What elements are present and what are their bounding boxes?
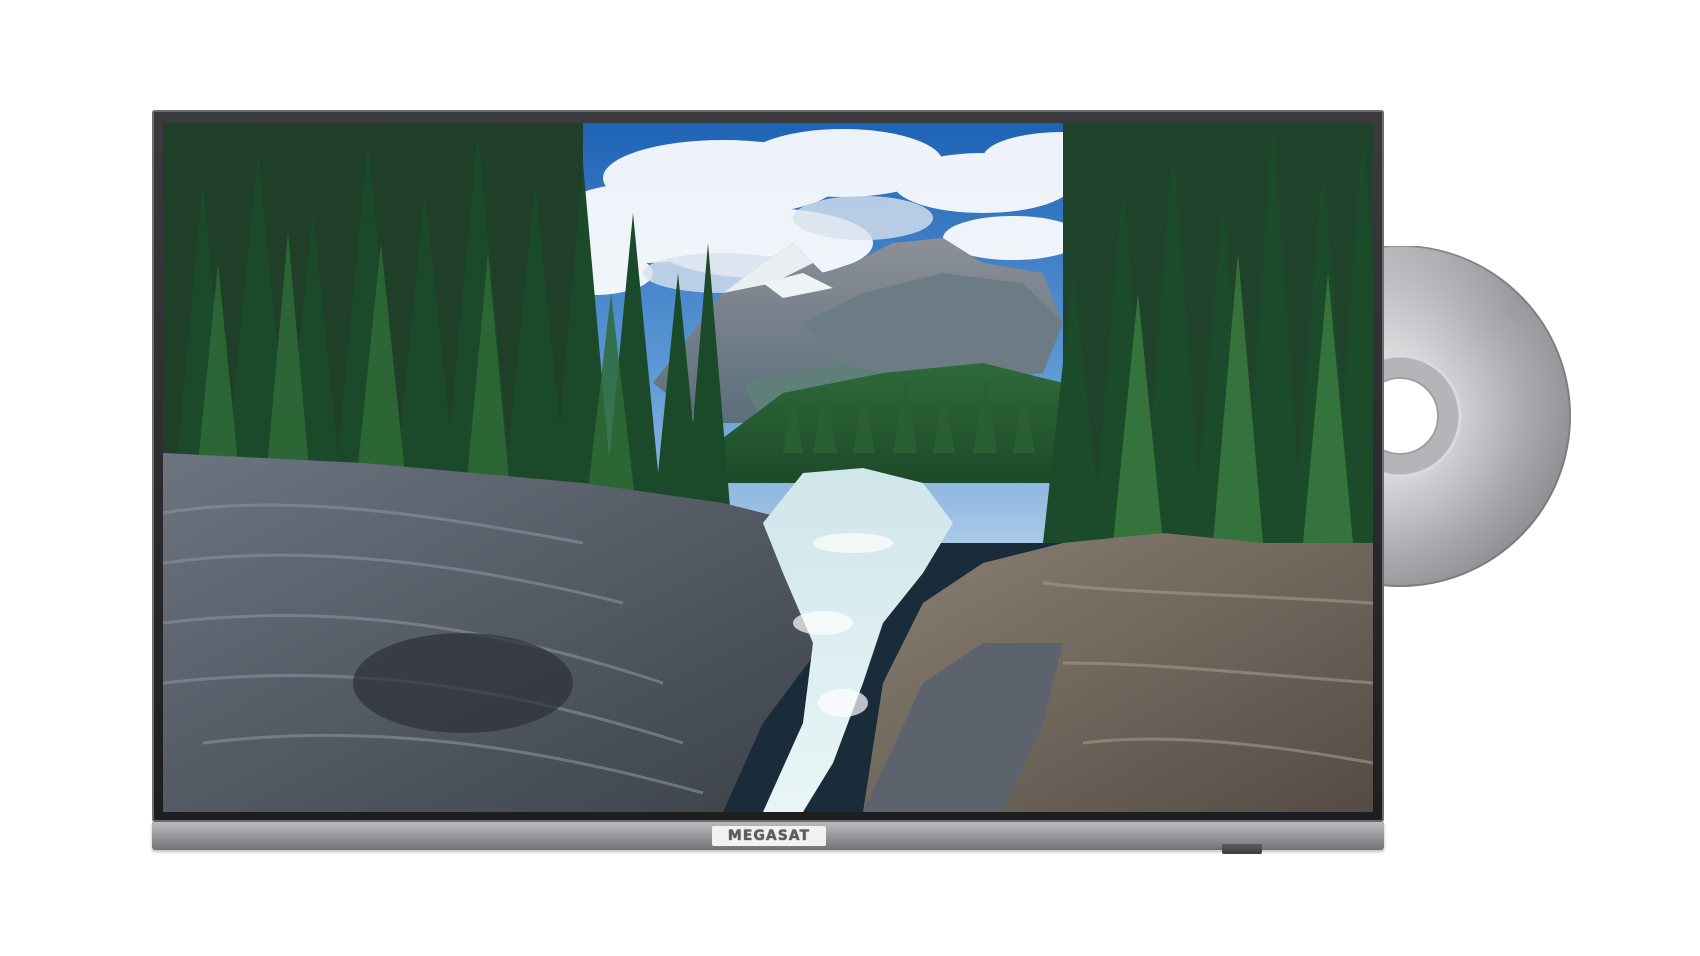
tv-bezel — [152, 110, 1384, 822]
brand-logo: MEGASAT — [712, 826, 826, 846]
landscape-image — [163, 123, 1373, 812]
tv-screen — [163, 123, 1373, 812]
product-photo: MEGASAT — [0, 0, 1700, 956]
ir-sensor — [1222, 844, 1262, 854]
television: MEGASAT — [152, 110, 1384, 854]
tv-bottom-bar: MEGASAT — [152, 822, 1384, 854]
